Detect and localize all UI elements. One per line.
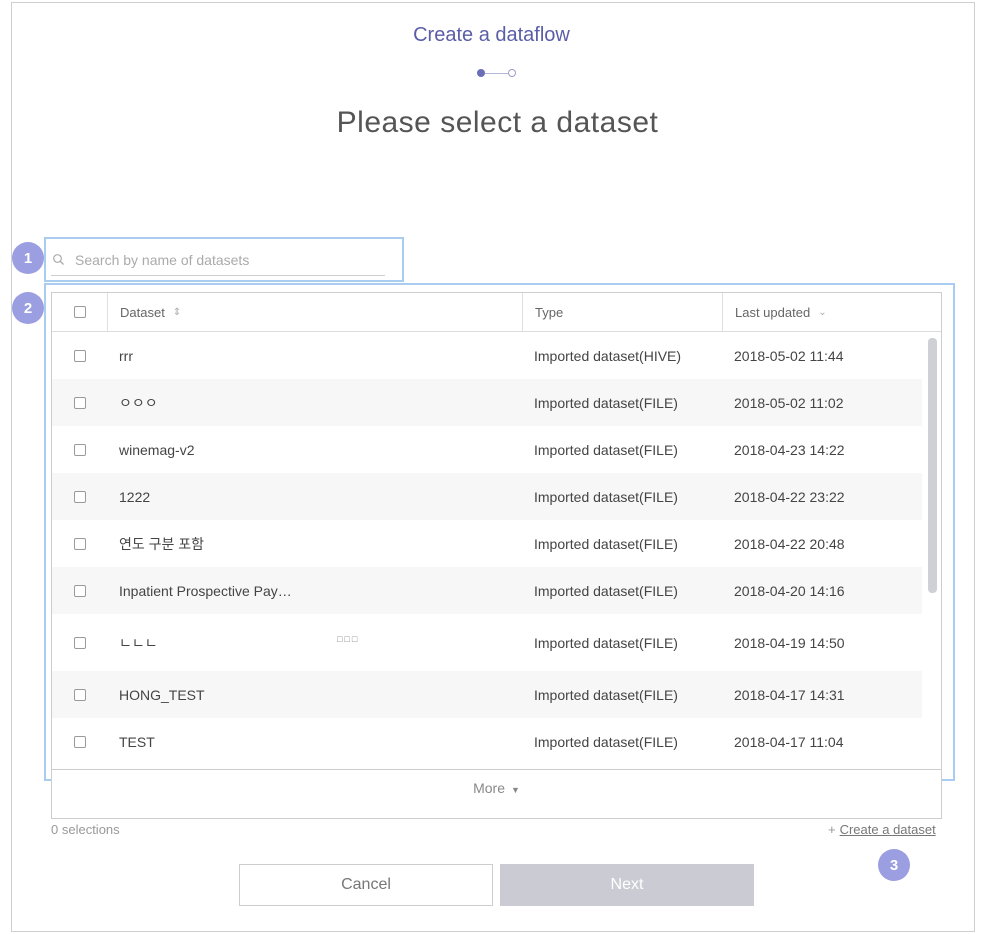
dataset-name: winemag-v2 [119,441,195,458]
dataset-table: Dataset ⇕ Type Last updated ⌄ rrr Import… [51,292,942,819]
sort-desc-icon[interactable]: ⌄ [818,307,826,318]
table-header: Dataset ⇕ Type Last updated ⌄ [52,293,941,332]
table-row[interactable]: TEST Imported dataset(FILE) 2018-04-17 1… [52,718,922,765]
dialog-title: Create a dataflow [413,24,570,46]
row-checkbox[interactable] [74,688,86,701]
row-checkbox[interactable] [74,349,86,362]
chevron-down-icon: ▼ [510,785,520,795]
table-row[interactable]: ㄴㄴㄴ □□□ Imported dataset(FILE) 2018-04-1… [52,614,922,671]
dataset-updated: 2018-04-17 11:04 [734,733,844,750]
dataset-name: Inpatient Prospective Pay… [119,582,292,599]
dataset-type: Imported dataset(FILE) [534,441,678,458]
dataset-name: HONG_TEST [119,686,205,703]
row-checkbox[interactable] [74,396,86,409]
table-row[interactable]: winemag-v2 Imported dataset(FILE) 2018-0… [52,426,922,473]
row-checkbox[interactable] [74,537,86,550]
row-checkbox[interactable] [74,443,86,456]
create-dataset-link-wrapper: + Create a dataset [828,822,936,837]
dataset-type: Imported dataset(HIVE) [534,347,682,364]
header-checkbox-cell [52,293,107,331]
selection-count: 0 selections [51,822,120,837]
dataset-updated: 2018-04-22 23:22 [734,488,845,505]
dataset-name: TEST [119,733,155,750]
dataset-updated: 2018-04-20 14:16 [734,582,845,599]
step-1-dot [477,69,485,77]
dataset-updated: 2018-04-22 20:48 [734,535,845,552]
dataset-updated: 2018-04-23 14:22 [734,441,845,458]
table-row[interactable]: Inpatient Prospective Pay… Imported data… [52,567,922,614]
dataset-name: ㄴㄴㄴ [119,634,158,651]
dataset-name-extra: □□□ [337,634,360,644]
table-row[interactable]: 1222 Imported dataset(FILE) 2018-04-22 2… [52,473,922,520]
dataset-name: 연도 구분 포함 [119,535,205,552]
dataset-type: Imported dataset(FILE) [534,634,678,651]
table-row[interactable]: rrr Imported dataset(HIVE) 2018-05-02 11… [52,332,922,379]
dataset-type: Imported dataset(FILE) [534,535,678,552]
column-header-dataset[interactable]: Dataset ⇕ [107,293,522,331]
search-input[interactable] [73,247,373,273]
next-button[interactable]: Next [500,864,754,906]
table-scrollbar[interactable] [924,333,940,769]
select-all-checkbox[interactable] [73,306,86,318]
scrollbar-thumb[interactable] [928,338,937,593]
plus-icon: + [828,822,836,837]
more-label: More [473,780,505,796]
more-area: More ▼ [52,769,941,818]
column-header-type: Type [522,293,722,331]
dataset-type: Imported dataset(FILE) [534,394,678,411]
column-header-last-updated[interactable]: Last updated ⌄ [722,293,941,331]
dataset-updated: 2018-04-17 14:31 [734,686,845,703]
dataset-type: Imported dataset(FILE) [534,582,678,599]
search-box [51,245,385,276]
column-label-dataset: Dataset [120,304,165,320]
step-2-dot [508,69,516,77]
callout-badge-1: 1 [12,242,44,274]
row-checkbox[interactable] [74,636,86,649]
table-row[interactable]: ㅇㅇㅇ Imported dataset(FILE) 2018-05-02 11… [52,379,922,426]
sort-toggle-icon[interactable]: ⇕ [173,307,181,318]
row-checkbox[interactable] [74,735,86,748]
create-dataset-link[interactable]: Create a dataset [840,822,936,837]
dataset-type: Imported dataset(FILE) [534,686,678,703]
step-indicator [477,68,519,80]
page-heading: Please select a dataset [336,106,659,139]
column-label-last-updated: Last updated [735,304,811,320]
dataset-name: 1222 [119,488,151,505]
table-row[interactable]: 연도 구분 포함 Imported dataset(FILE) 2018-04-… [52,520,922,567]
dataset-updated: 2018-04-19 14:50 [734,634,845,651]
dataset-name: ㅇㅇㅇ [119,394,158,411]
column-label-type: Type [535,304,564,320]
dataset-name: rrr [119,347,133,364]
dataset-type: Imported dataset(FILE) [534,733,678,750]
cancel-button[interactable]: Cancel [239,864,493,906]
dataset-updated: 2018-05-02 11:02 [734,394,844,411]
more-button[interactable]: More ▼ [52,780,941,796]
callout-badge-2: 2 [12,292,44,324]
row-checkbox[interactable] [74,490,86,503]
row-checkbox[interactable] [74,584,86,597]
table-body: rrr Imported dataset(HIVE) 2018-05-02 11… [52,332,922,769]
dataset-updated: 2018-05-02 11:44 [734,347,844,364]
callout-badge-3: 3 [878,849,910,881]
dataset-type: Imported dataset(FILE) [534,488,678,505]
search-icon [53,254,64,265]
table-row[interactable]: HONG_TEST Imported dataset(FILE) 2018-04… [52,671,922,718]
step-connector [485,73,508,74]
